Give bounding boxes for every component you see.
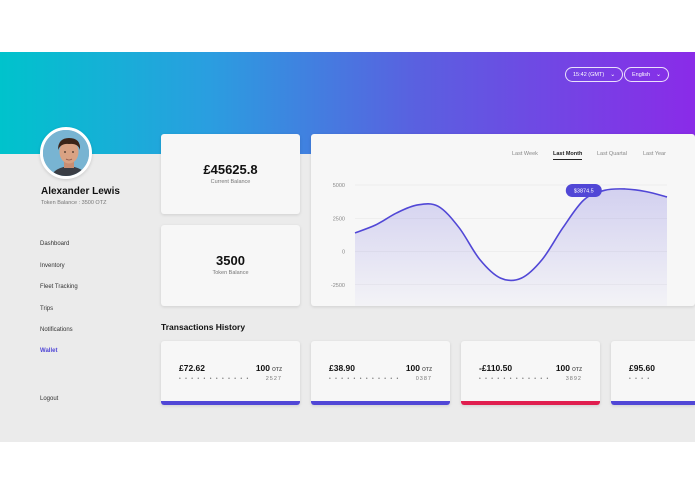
y-tick-label: 5000	[333, 183, 345, 189]
nav-item-logout[interactable]: Logout	[40, 396, 58, 402]
language-selector[interactable]: English ⌄	[624, 67, 670, 82]
y-tick-label: 0	[342, 250, 345, 256]
token-balance-card: 3500 Token Balance	[161, 225, 300, 306]
card-number-mask: • • • • • • • • • • • •	[329, 376, 400, 382]
transaction-token-unit: OTZ	[572, 367, 582, 373]
chevron-down-icon: ⌄	[610, 71, 616, 78]
chevron-down-icon: ⌄	[656, 71, 662, 78]
card-number-mask: • • • •	[629, 376, 651, 382]
nav-item-notifications[interactable]: Notifications	[40, 327, 73, 333]
transactions-history-title: Transactions History	[161, 322, 246, 332]
transaction-status-bar	[461, 401, 600, 405]
transaction-token-value: 100	[405, 363, 420, 373]
language-selector-label: English	[632, 71, 651, 78]
chart-tooltip: $3874.5	[565, 183, 602, 197]
card-number-mask: • • • • • • • • • • • •	[179, 376, 250, 382]
transaction-status-bar	[611, 401, 695, 405]
transaction-amount: -£110.50	[479, 363, 513, 373]
nav-item-inventory[interactable]: Inventory	[40, 263, 65, 269]
avatar[interactable]	[40, 127, 92, 179]
time-selector[interactable]: 15:42 (GMT) ⌄	[565, 67, 624, 82]
transaction-amount: £95.60	[629, 363, 655, 373]
nav-item-trips[interactable]: Trips	[40, 306, 53, 312]
transaction-tokens: 100 OTZ	[556, 363, 582, 373]
transaction-status-bar	[311, 401, 450, 405]
card-last-digits: 3892	[565, 376, 582, 382]
nav-item-wallet[interactable]: Wallet	[40, 348, 57, 354]
transaction-card[interactable]: £72.62 100 OTZ • • • • • • • • • • • • 25…	[161, 341, 300, 405]
transaction-card[interactable]: £95.60 • • • •	[611, 341, 695, 405]
transaction-tokens: 100 OTZ	[406, 363, 432, 373]
user-avatar-image	[43, 130, 89, 176]
transaction-card[interactable]: £38.90 100 OTZ • • • • • • • • • • • • 03…	[311, 341, 450, 405]
transaction-status-bar	[161, 401, 300, 405]
time-selector-label: 15:42 (GMT)	[573, 71, 605, 78]
transaction-token-unit: OTZ	[272, 367, 282, 373]
chart-tooltip-label: $3874.5	[574, 188, 594, 194]
y-tick-label: -2500	[331, 283, 345, 289]
transaction-token-value: 100	[555, 363, 570, 373]
user-name: Alexander Lewis	[41, 186, 120, 197]
nav-item-fleet-tracking[interactable]: Fleet Tracking	[40, 284, 78, 290]
transaction-token-unit: OTZ	[422, 367, 432, 373]
transaction-token-value: 100	[255, 363, 270, 373]
transaction-amount: £38.90	[329, 363, 355, 373]
current-balance-value: £45625.8	[203, 162, 258, 177]
card-number-mask: • • • • • • • • • • • •	[479, 376, 550, 382]
chart-area-fill	[355, 188, 667, 306]
card-last-digits: 0387	[415, 376, 432, 382]
current-balance-label: Current Balance	[210, 179, 251, 185]
transaction-amount: £72.62	[179, 363, 205, 373]
transaction-tokens: 100 OTZ	[256, 363, 282, 373]
y-tick-label: 2500	[333, 216, 345, 222]
token-balance-label: Token Balance	[212, 270, 249, 276]
card-last-digits: 2527	[265, 376, 282, 382]
nav-item-dashboard[interactable]: Dashboard	[40, 241, 69, 247]
app-window: 15:42 (GMT) ⌄ English ⌄ Alexander Lewis …	[0, 52, 695, 442]
transaction-card[interactable]: -£110.50 100 OTZ • • • • • • • • • • • • …	[461, 341, 600, 405]
user-token-balance: Token Balance : 3500 OTZ	[41, 200, 107, 206]
balance-chart-card: Last Week Last Month Last Quartal Last Y…	[311, 134, 695, 306]
current-balance-card: £45625.8 Current Balance	[161, 134, 300, 214]
token-balance-value: 3500	[216, 253, 245, 268]
balance-chart: 500025000-2500-5000135791113151719212325…	[331, 183, 668, 306]
